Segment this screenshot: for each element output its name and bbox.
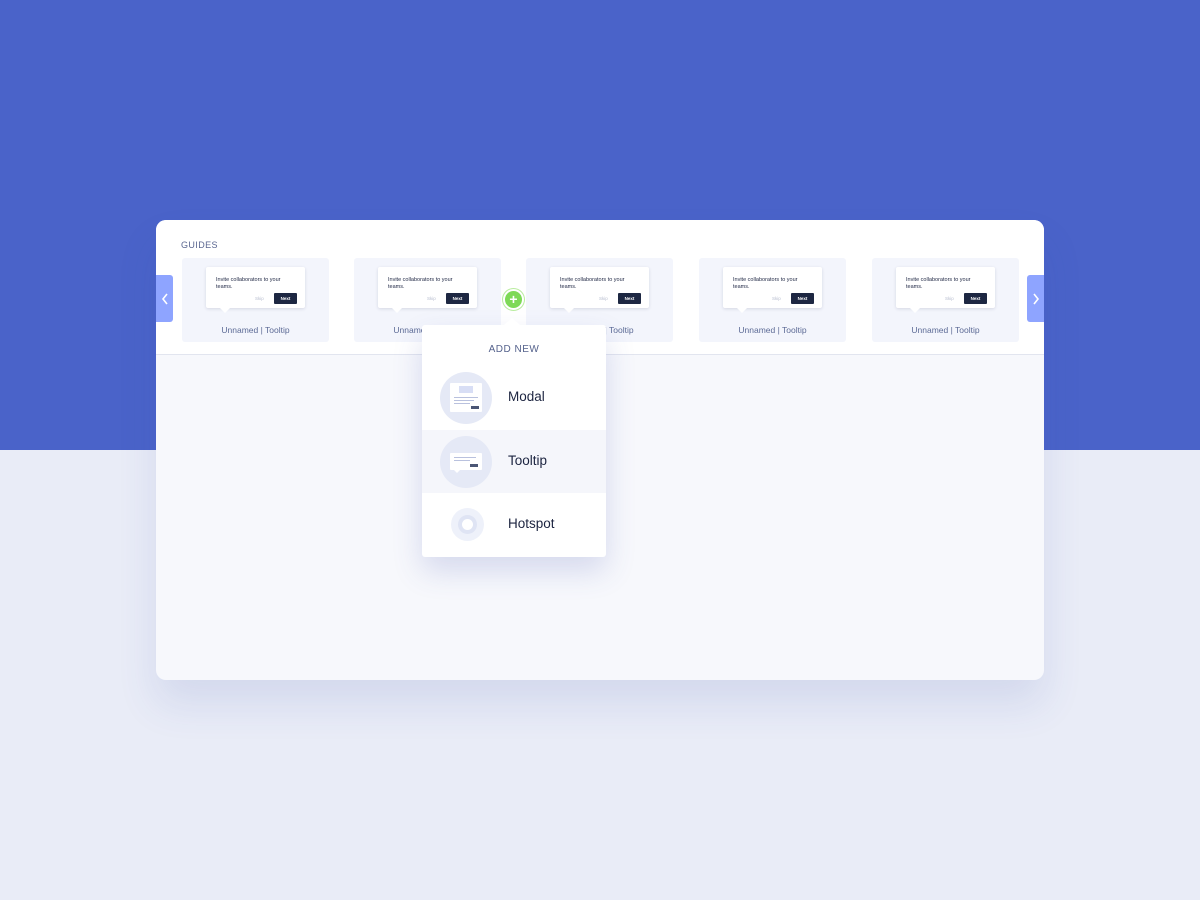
next-arrow-button[interactable] [1027, 275, 1044, 322]
modal-icon [440, 372, 492, 424]
preview-text: Invite collaborators to your teams. [388, 277, 453, 290]
option-label: Hotspot [508, 516, 555, 531]
plus-icon: + [509, 291, 518, 307]
preview-text: Invite collaborators to your teams. [906, 277, 971, 290]
add-new-popover: ADD NEW Modal Tooltip Hotspot [422, 318, 606, 557]
section-label: GUIDES [181, 240, 218, 250]
preview-text: Invite collaborators to your teams. [216, 277, 281, 290]
chevron-left-icon [161, 293, 168, 304]
prev-arrow-button[interactable] [156, 275, 173, 322]
preview-skip: Skip [427, 296, 436, 301]
option-label: Tooltip [508, 453, 548, 468]
preview-skip: Skip [945, 296, 954, 301]
add-modal-option[interactable]: Modal [422, 366, 606, 429]
tooltip-preview: Invite collaborators to your teams. Skip… [896, 267, 995, 313]
add-tooltip-option[interactable]: Tooltip [422, 430, 606, 493]
guide-card[interactable]: Invite collaborators to your teams. Skip… [699, 258, 846, 342]
preview-text: Invite collaborators to your teams. [733, 277, 798, 290]
preview-next: Next [618, 293, 641, 304]
preview-text: Invite collaborators to your teams. [560, 277, 625, 290]
preview-next: Next [964, 293, 987, 304]
preview-next: Next [446, 293, 469, 304]
add-hotspot-option[interactable]: Hotspot [422, 493, 606, 556]
preview-skip: Skip [599, 296, 608, 301]
preview-next: Next [274, 293, 297, 304]
tooltip-icon [440, 436, 492, 488]
guide-card[interactable]: Invite collaborators to your teams. Skip… [182, 258, 329, 342]
tooltip-preview: Invite collaborators to your teams. Skip… [206, 267, 305, 313]
tooltip-preview: Invite collaborators to your teams. Skip… [378, 267, 477, 313]
card-label: Unnamed | Tooltip [911, 325, 980, 335]
tooltip-preview: Invite collaborators to your teams. Skip… [550, 267, 649, 313]
preview-skip: Skip [772, 296, 781, 301]
card-label: Unnamed | Tooltip [738, 325, 807, 335]
tooltip-preview: Invite collaborators to your teams. Skip… [723, 267, 822, 313]
guide-card[interactable]: Invite collaborators to your teams. Skip… [872, 258, 1019, 342]
card-label: Unnamed | Tooltip [221, 325, 290, 335]
chevron-right-icon [1032, 293, 1039, 304]
popover-title: ADD NEW [488, 344, 540, 355]
add-guide-button[interactable]: + [503, 289, 524, 310]
hotspot-icon [451, 508, 484, 541]
preview-skip: Skip [255, 296, 264, 301]
preview-next: Next [791, 293, 814, 304]
option-label: Modal [508, 389, 545, 404]
